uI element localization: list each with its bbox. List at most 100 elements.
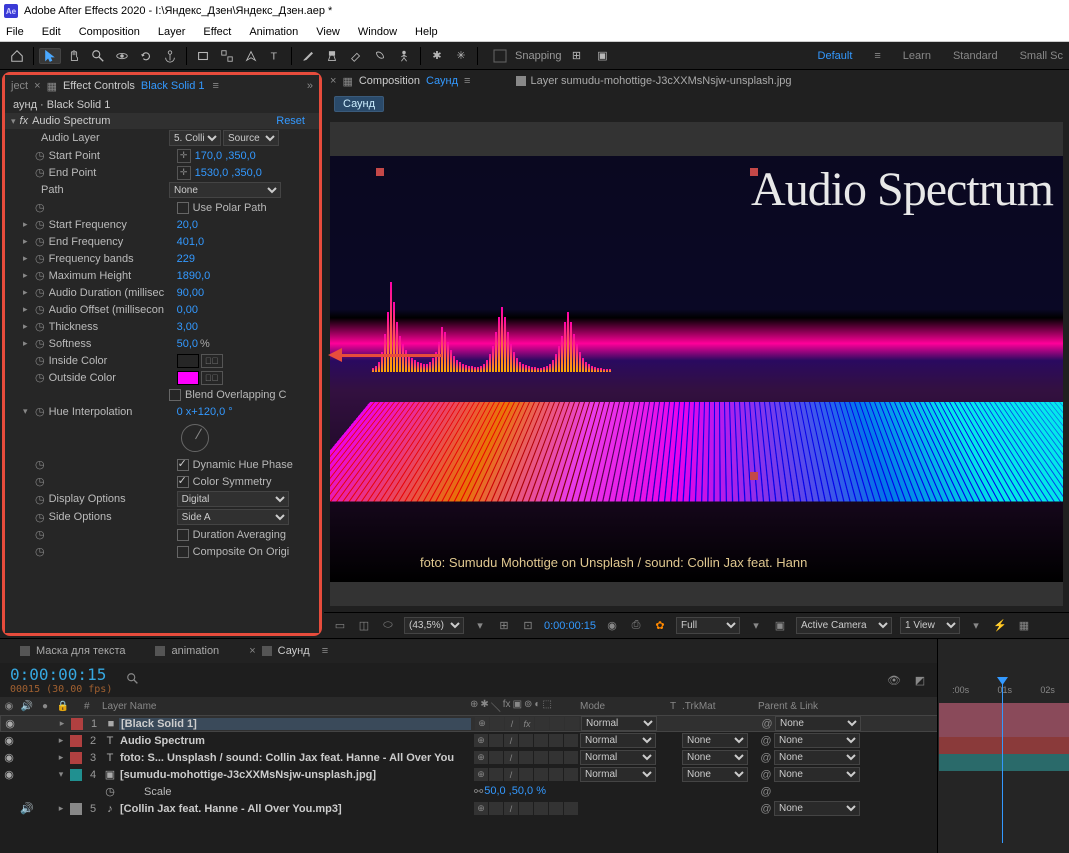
blend-mode-select[interactable]: Normal: [580, 733, 656, 748]
video-toggle-icon[interactable]: ◉: [0, 751, 18, 764]
layer-name[interactable]: [Collin Jax feat. Hanne - All Over You.m…: [118, 803, 470, 815]
prop-start-point-value[interactable]: 170,0 ,350,0: [195, 150, 256, 162]
stopwatch-icon[interactable]: ◷: [35, 166, 45, 179]
effect-controls-layer-name[interactable]: Black Solid 1: [141, 80, 205, 92]
dur-avg-checkbox[interactable]: [177, 529, 189, 541]
menu-file[interactable]: File: [4, 24, 26, 40]
parent-select[interactable]: None: [774, 767, 860, 782]
layer-name[interactable]: [sumudu-mohottige-J3cXXMsNsjw-unsplash.j…: [118, 769, 470, 781]
effect-controls-tab-label[interactable]: Effect Controls: [63, 80, 135, 92]
mask-icon[interactable]: ⬭: [380, 618, 396, 634]
fast-preview-icon[interactable]: ⚡: [992, 618, 1008, 634]
stopwatch-icon[interactable]: ◷: [35, 337, 45, 350]
eyedropper-icon[interactable]: ✎⃝: [201, 354, 223, 368]
prop-end-point-value[interactable]: 1530,0 ,350,0: [195, 167, 262, 179]
shy-icon[interactable]: 👁: [885, 674, 903, 687]
zoom-tool-icon[interactable]: [87, 46, 109, 66]
trkmat-select[interactable]: None: [682, 750, 748, 765]
stopwatch-icon[interactable]: ◷: [35, 545, 45, 558]
twisty-icon[interactable]: ▸: [23, 270, 31, 281]
side-options-select[interactable]: Side A: [177, 509, 289, 525]
timeline-tab-mask[interactable]: Маска для текста: [20, 645, 125, 657]
panel-menu-icon[interactable]: ≡: [464, 75, 470, 87]
prop-start-freq-value[interactable]: 20,0: [177, 219, 198, 231]
inside-color-swatch[interactable]: [177, 354, 199, 368]
blend-mode-select[interactable]: Normal: [581, 716, 657, 731]
video-toggle-icon[interactable]: ◉: [0, 734, 18, 747]
frame-blend-icon[interactable]: ◩: [911, 674, 929, 687]
twisty-icon[interactable]: ▸: [23, 253, 31, 264]
stopwatch-icon[interactable]: ◷: [35, 149, 45, 162]
prop-freq-bands-value[interactable]: 229: [177, 253, 195, 265]
twisty-icon[interactable]: ▸: [23, 321, 31, 332]
panel-expand-icon[interactable]: »: [307, 80, 313, 92]
trkmat-select[interactable]: None: [682, 767, 748, 782]
audio-layer-select[interactable]: 5. Collii: [169, 130, 221, 146]
stopwatch-icon[interactable]: ◷: [102, 785, 118, 798]
blend-mode-select[interactable]: Normal: [580, 767, 656, 782]
layer-name[interactable]: foto: S... Unsplash / sound: Collin Jax …: [118, 752, 470, 764]
col-switch-icon[interactable]: ⊕: [470, 699, 478, 714]
switch-icon[interactable]: /: [504, 751, 518, 764]
stopwatch-icon[interactable]: ◷: [35, 354, 45, 367]
project-tab-partial[interactable]: ject: [11, 80, 28, 92]
blend-mode-select[interactable]: Normal: [580, 750, 656, 765]
stopwatch-icon[interactable]: ◷: [35, 235, 45, 248]
pen-tool-icon[interactable]: [240, 46, 262, 66]
snap-opts-icon[interactable]: ⊞: [566, 46, 588, 66]
layer-name[interactable]: [Black Solid 1]: [119, 718, 471, 730]
layer-viewer-tab[interactable]: Layer sumudu-mohottige-J3cXXMsNsjw-unspl…: [516, 75, 791, 87]
col-lock-icon[interactable]: 🔒: [54, 701, 72, 712]
stopwatch-icon[interactable]: ◷: [35, 475, 45, 488]
rect-tool-icon[interactable]: [192, 46, 214, 66]
comp-orig-checkbox[interactable]: [177, 546, 189, 558]
timeline-tab-sound[interactable]: ×Саунд≡: [249, 645, 328, 657]
menu-bar[interactable]: File Edit Composition Layer Effect Anima…: [0, 22, 1069, 42]
playhead[interactable]: [1002, 683, 1003, 843]
layer-search-icon[interactable]: [126, 672, 140, 689]
timecode[interactable]: 0:00:00:15: [10, 665, 112, 684]
dyn-hue-checkbox[interactable]: [177, 459, 189, 471]
stopwatch-icon[interactable]: ◷: [35, 405, 45, 418]
pickwhip-icon[interactable]: @: [758, 769, 774, 781]
close-tab-icon[interactable]: ×: [34, 80, 40, 92]
switch-icon[interactable]: /: [504, 768, 518, 781]
composition-preview[interactable]: Audio Spectrum foto: Sumudu Mohottige on…: [330, 122, 1063, 606]
switch-icon[interactable]: ⊕: [475, 717, 489, 730]
timeline-layer-row[interactable]: 🔊▸5♪[Collin Jax feat. Hanne - All Over Y…: [0, 800, 1069, 817]
timeline-property-row[interactable]: ◷Scale⚯ 50,0 ,50,0 %@: [0, 783, 1069, 800]
effect-header[interactable]: ▾ fx Audio Spectrum Reset: [5, 113, 319, 129]
outside-color-swatch[interactable]: [177, 371, 199, 385]
stopwatch-icon[interactable]: ◷: [35, 269, 45, 282]
menu-effect[interactable]: Effect: [201, 24, 233, 40]
stopwatch-icon[interactable]: ◷: [35, 511, 45, 524]
timeline-layer-row[interactable]: ◉▾4▣[sumudu-mohottige-J3cXXMsNsjw-unspla…: [0, 766, 1069, 783]
menu-window[interactable]: Window: [356, 24, 399, 40]
trkmat-select[interactable]: None: [682, 733, 748, 748]
prop-max-height-value[interactable]: 1890,0: [177, 270, 211, 282]
twisty-icon[interactable]: ▸: [54, 735, 68, 746]
parent-select[interactable]: None: [774, 801, 860, 816]
composition-tab-label[interactable]: Composition: [359, 75, 420, 87]
stopwatch-icon[interactable]: ◷: [35, 371, 45, 384]
twisty-icon[interactable]: ▸: [23, 338, 31, 349]
clone-tool-icon[interactable]: [321, 46, 343, 66]
blend-checkbox[interactable]: [169, 389, 181, 401]
region-icon[interactable]: ▣: [772, 618, 788, 634]
pickwhip-icon[interactable]: @: [758, 752, 774, 764]
link-icon[interactable]: ⚯: [474, 785, 483, 798]
twisty-icon[interactable]: ▸: [23, 219, 31, 230]
switch-icon[interactable]: ⊕: [474, 734, 488, 747]
grid-icon[interactable]: ⊞: [496, 618, 512, 634]
pixel-aspect-icon[interactable]: ▾: [968, 618, 984, 634]
workspace-standard[interactable]: Standard: [953, 50, 998, 62]
axis-icon-2[interactable]: ✳: [450, 46, 472, 66]
label-color[interactable]: [70, 803, 82, 815]
pickwhip-icon[interactable]: @: [758, 735, 774, 747]
ellipse-tool-icon[interactable]: [216, 46, 238, 66]
angle-dial[interactable]: [181, 424, 209, 452]
stopwatch-icon[interactable]: ◷: [35, 303, 45, 316]
layer-bar[interactable]: [939, 703, 1069, 720]
color-sym-checkbox[interactable]: [177, 476, 189, 488]
timeline-layer-row[interactable]: ◉▸2TAudio Spectrum⊕/NormalNone@None: [0, 732, 1069, 749]
